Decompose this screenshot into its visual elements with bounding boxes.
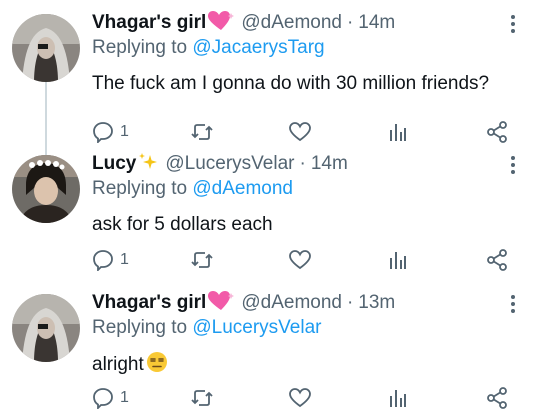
retweet-button[interactable] xyxy=(190,248,214,272)
heart-icon xyxy=(289,388,311,408)
retweet-button[interactable] xyxy=(190,386,214,410)
more-options-icon[interactable] xyxy=(510,294,516,314)
replying-to-mention[interactable]: @dAemond xyxy=(192,178,293,199)
tweet-actions: 1 xyxy=(92,248,522,272)
handle[interactable]: @dAemond xyxy=(241,292,342,313)
reply-icon xyxy=(92,387,114,409)
share-button[interactable] xyxy=(486,386,508,410)
replying-to: Replying to @JacaerysTarg xyxy=(92,35,325,61)
tweet-text-content: alright xyxy=(92,354,144,375)
retweet-icon xyxy=(190,121,214,143)
reply-button[interactable]: 1 xyxy=(92,248,129,272)
share-button[interactable] xyxy=(486,248,508,272)
display-name[interactable]: Vhagar's girl xyxy=(92,292,206,313)
retweet-icon xyxy=(190,249,214,271)
share-button[interactable] xyxy=(486,120,508,144)
display-name[interactable]: Vhagar's girl xyxy=(92,12,206,33)
timestamp[interactable]: 14m xyxy=(358,12,395,33)
analytics-button[interactable] xyxy=(389,248,407,272)
tweet-actions: 1 xyxy=(92,120,522,144)
tweet[interactable]: Vhagar's girl @dAemond · 13m Replying to @… xyxy=(0,290,540,412)
more-options-icon[interactable] xyxy=(510,155,516,175)
share-icon xyxy=(486,249,508,271)
tweet-text: alright xyxy=(92,351,168,381)
reply-icon xyxy=(92,121,114,143)
replying-to: Replying to @dAemond xyxy=(92,176,293,202)
reply-count: 1 xyxy=(120,389,129,406)
tweet[interactable]: Vhagar's girl @dAemond · 14m Replying to @… xyxy=(0,10,540,156)
analytics-button[interactable] xyxy=(389,386,407,410)
display-name[interactable]: Lucy xyxy=(92,153,136,174)
replying-to-mention[interactable]: @JacaerysTarg xyxy=(192,37,324,58)
avatar[interactable] xyxy=(12,155,80,223)
replying-prefix: Replying to xyxy=(92,317,193,338)
thread-line xyxy=(45,82,47,156)
separator: · xyxy=(346,12,354,33)
retweet-icon xyxy=(190,387,214,409)
unamused-face-icon xyxy=(146,351,168,381)
tweet-header: Lucy @LucerysVelar · 14m xyxy=(92,151,348,177)
separator: · xyxy=(346,292,354,313)
tweet[interactable]: Lucy @LucerysVelar · 14m Replying to @dAem… xyxy=(0,151,540,277)
like-button[interactable] xyxy=(289,248,311,272)
retweet-button[interactable] xyxy=(190,120,214,144)
tweet-text: The fuck am I gonna do with 30 million f… xyxy=(92,73,490,94)
reply-button[interactable]: 1 xyxy=(92,386,129,410)
separator: · xyxy=(299,153,306,174)
like-button[interactable] xyxy=(289,386,311,410)
analytics-button[interactable] xyxy=(389,120,407,144)
share-icon xyxy=(486,121,508,143)
tweet-actions: 1 xyxy=(92,386,522,410)
replying-to-mention[interactable]: @LucerysVelar xyxy=(192,317,321,338)
share-icon xyxy=(486,387,508,409)
more-options-icon[interactable] xyxy=(510,14,516,34)
replying-prefix: Replying to xyxy=(92,37,193,58)
avatar[interactable] xyxy=(12,14,80,82)
bar-chart-icon xyxy=(389,388,407,408)
heart-icon xyxy=(289,250,311,270)
tweet-header: Vhagar's girl @dAemond · 14m xyxy=(92,10,395,36)
handle[interactable]: @LucerysVelar xyxy=(165,153,294,174)
bar-chart-icon xyxy=(389,250,407,270)
reply-count: 1 xyxy=(120,123,129,140)
tweet-text: ask for 5 dollars each xyxy=(92,214,273,235)
avatar[interactable] xyxy=(12,294,80,362)
replying-to: Replying to @LucerysVelar xyxy=(92,315,321,341)
replying-prefix: Replying to xyxy=(92,178,193,199)
reply-button[interactable]: 1 xyxy=(92,120,129,144)
reply-count: 1 xyxy=(120,251,129,268)
heart-icon xyxy=(289,122,311,142)
tweet-header: Vhagar's girl @dAemond · 13m xyxy=(92,290,395,316)
timestamp[interactable]: 13m xyxy=(358,292,395,313)
handle[interactable]: @dAemond xyxy=(241,12,342,33)
bar-chart-icon xyxy=(389,122,407,142)
like-button[interactable] xyxy=(289,120,311,144)
timestamp[interactable]: 14m xyxy=(311,153,348,174)
reply-icon xyxy=(92,249,114,271)
